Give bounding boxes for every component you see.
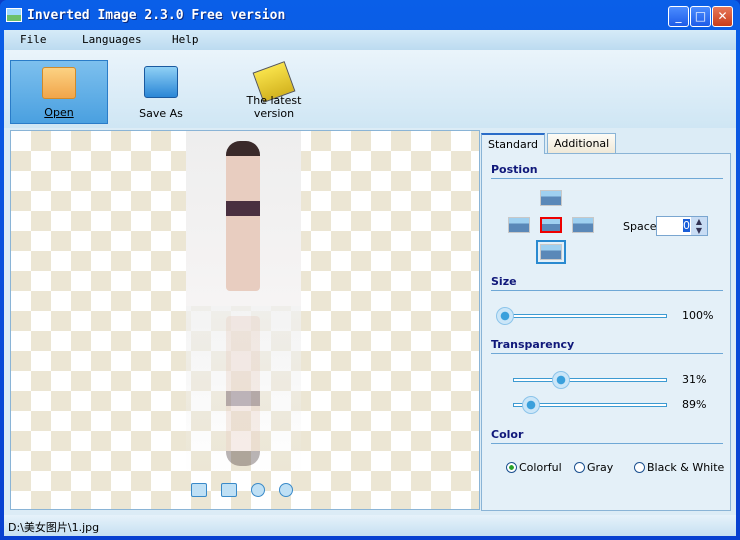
open-folder-icon (42, 67, 76, 99)
radio-black-white[interactable]: Black & White (634, 461, 724, 474)
status-file-path: D:\美女图片\1.jpg (8, 521, 100, 534)
save-as-button[interactable]: Save As (116, 60, 206, 124)
zoom-in-icon[interactable] (251, 483, 265, 497)
save-disk-icon (144, 66, 178, 98)
reflection-image (186, 306, 301, 476)
position-right-button[interactable] (572, 217, 594, 233)
color-heading: Color (491, 428, 723, 444)
menu-bar: File Languages Help (4, 30, 736, 50)
transparency-slider-2-thumb[interactable] (521, 396, 540, 414)
space-spinner[interactable]: 0 ▲ ▼ (656, 216, 708, 236)
menu-file[interactable]: File (4, 30, 66, 50)
title-bar: Inverted Image 2.3.0 Free version (0, 0, 740, 30)
open-button[interactable]: Open (10, 60, 108, 124)
zoom-out-icon[interactable] (279, 483, 293, 497)
transparency-heading: Transparency (491, 338, 723, 354)
position-bottom-button[interactable] (536, 240, 566, 264)
position-top-button[interactable] (540, 190, 562, 206)
actual-size-icon[interactable] (191, 483, 207, 497)
size-heading: Size (491, 275, 723, 291)
space-label: Space (623, 220, 657, 233)
transparency-slider-1-thumb[interactable] (552, 371, 571, 389)
size-slider[interactable] (496, 307, 667, 325)
spinner-arrows-icon[interactable]: ▲ ▼ (691, 217, 707, 235)
minimize-button[interactable]: _ (668, 6, 689, 27)
position-left-button[interactable] (508, 217, 530, 233)
radio-colorful[interactable]: Colorful (506, 461, 562, 474)
app-window: Inverted Image 2.3.0 Free version _ □ ✕ … (0, 0, 740, 540)
fit-window-icon[interactable] (221, 483, 237, 497)
space-value[interactable]: 0 (683, 219, 690, 232)
image-canvas[interactable] (10, 130, 480, 510)
transparency-slider-2[interactable] (513, 396, 667, 414)
size-slider-thumb[interactable] (496, 307, 514, 325)
tab-additional[interactable]: Additional (547, 133, 617, 153)
radio-gray[interactable]: Gray (574, 461, 613, 474)
preview-image (186, 131, 301, 306)
close-button[interactable]: ✕ (712, 6, 733, 27)
window-title: Inverted Image 2.3.0 Free version (27, 8, 286, 23)
status-bar: D:\美女图片\1.jpg (4, 515, 736, 536)
menu-languages[interactable]: Languages (66, 30, 156, 50)
latest-version-button[interactable]: The latest version (226, 60, 322, 124)
client-area: File Languages Help Open Save As The lat… (4, 30, 736, 536)
transparency-value-1: 31% (682, 373, 707, 386)
transparency-value-2: 89% (682, 398, 707, 411)
maximize-button[interactable]: □ (690, 6, 711, 27)
size-value: 100% (682, 309, 714, 322)
position-center-button[interactable] (540, 217, 562, 233)
app-icon (6, 8, 22, 22)
position-heading: Postion (491, 163, 723, 179)
menu-help[interactable]: Help (156, 30, 218, 50)
canvas-tools (191, 483, 293, 497)
settings-panel: Standard Additional Postion Space 0 ▲ ▼ Si… (481, 133, 731, 511)
tab-standard[interactable]: Standard (481, 133, 546, 154)
transparency-slider-1[interactable] (513, 371, 667, 389)
toolbar: Open Save As The latest version (4, 50, 736, 128)
